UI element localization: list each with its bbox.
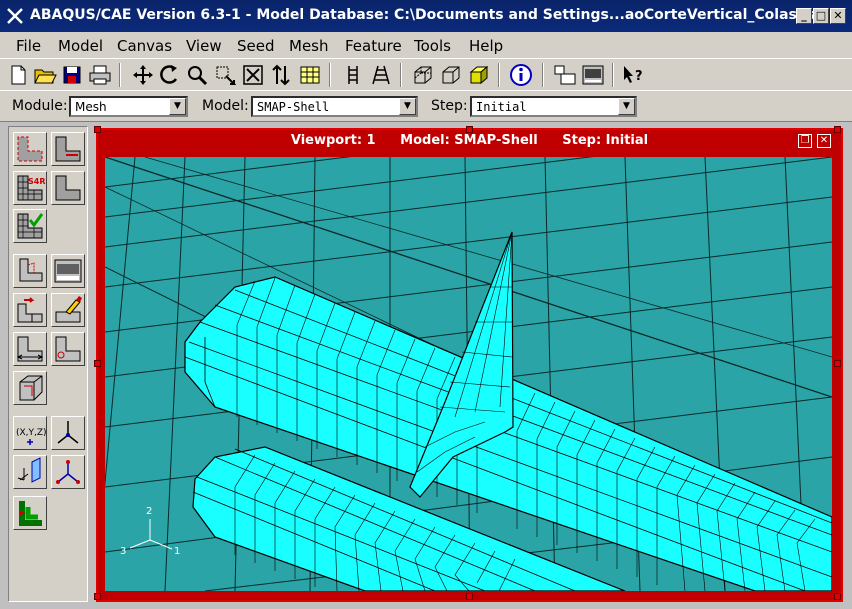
menu-tools[interactable]: Tools — [414, 37, 451, 55]
resize-handle-w[interactable] — [94, 360, 101, 367]
rotate-icon[interactable] — [158, 63, 182, 87]
close-button[interactable]: ✕ — [830, 8, 846, 24]
step-select[interactable]: Initial ▼ — [470, 96, 637, 117]
resize-handle-n[interactable] — [466, 126, 473, 133]
new-file-icon[interactable] — [6, 63, 30, 87]
toolbar-separator — [542, 63, 544, 87]
open-folder-icon[interactable] — [33, 63, 57, 87]
mesh-controls-tool[interactable] — [51, 171, 85, 205]
viewport-window-icon[interactable] — [581, 63, 605, 87]
create-plane-tool[interactable] — [13, 455, 47, 489]
module-select-value: Mesh — [75, 100, 107, 114]
viewport-layout-icon[interactable] — [553, 63, 577, 87]
resize-handle-ne[interactable] — [834, 126, 841, 133]
shell-mesh-render: 2 1 3 — [105, 157, 832, 591]
module-label: Module: — [12, 98, 68, 114]
toolbar-separator — [119, 63, 121, 87]
abaqus-logo-icon — [7, 8, 23, 24]
virtual-topology-tool[interactable] — [51, 254, 85, 288]
edit-mesh-tool[interactable] — [51, 293, 85, 327]
display-group-tool[interactable] — [13, 496, 47, 530]
pan-icon[interactable] — [131, 63, 155, 87]
viewport-restore-button[interactable]: ❐ — [798, 134, 812, 148]
create-datum-tool[interactable] — [51, 332, 85, 366]
menu-view[interactable]: View — [186, 37, 222, 55]
seed-part-tool[interactable] — [13, 132, 47, 166]
partition-face-tool[interactable] — [13, 254, 47, 288]
viewport-model: Model: SMAP-Shell — [400, 133, 538, 148]
save-icon[interactable] — [60, 63, 84, 87]
create-axis-tool[interactable] — [51, 455, 85, 489]
menu-help[interactable]: Help — [469, 37, 503, 55]
axis-z-label: 3 — [120, 546, 126, 557]
model-select-value: SMAP-Shell — [257, 100, 330, 114]
menu-bar: File Model Canvas View Seed Mesh Feature… — [0, 32, 852, 58]
menu-canvas[interactable]: Canvas — [117, 37, 172, 55]
menu-model[interactable]: Model — [58, 37, 103, 55]
mesh-toolbox: S4R (X,Y,Z) — [8, 126, 88, 602]
render-wireframe-icon[interactable] — [341, 63, 365, 87]
assign-mesh-region-tool[interactable] — [13, 293, 47, 327]
toolbar-separator — [400, 63, 402, 87]
create-csys-tool[interactable] — [51, 416, 85, 450]
step-label: Step: — [431, 98, 468, 114]
viewport-close-button[interactable]: ✕ — [817, 134, 831, 148]
context-bar: Module: Mesh ▼ Model: SMAP-Shell ▼ Step:… — [0, 90, 852, 120]
partition-cell-tool[interactable] — [13, 371, 47, 405]
toolbar-separator — [498, 63, 500, 87]
fit-view-icon[interactable] — [241, 63, 265, 87]
model-select[interactable]: SMAP-Shell ▼ — [251, 96, 418, 117]
zoom-icon[interactable] — [185, 63, 209, 87]
chevron-down-icon[interactable]: ▼ — [618, 98, 635, 115]
axis-y-label: 2 — [146, 506, 152, 517]
info-icon[interactable] — [509, 63, 533, 87]
xyz-label: (X,Y,Z) — [16, 428, 46, 438]
chevron-down-icon[interactable]: ▼ — [169, 98, 186, 115]
menu-feature[interactable]: Feature — [345, 37, 402, 55]
render-hidden-icon[interactable] — [369, 63, 393, 87]
create-point-tool[interactable]: (X,Y,Z) — [13, 416, 47, 450]
toolbar-separator — [612, 63, 614, 87]
toolbar-separator — [329, 63, 331, 87]
box-zoom-icon[interactable] — [213, 63, 237, 87]
whats-this-icon[interactable]: ? — [622, 63, 646, 87]
print-icon[interactable] — [88, 63, 112, 87]
window-title: ABAQUS/CAE Version 6.3-1 - Model Databas… — [30, 7, 830, 23]
verify-mesh-tool[interactable] — [13, 209, 47, 243]
resize-handle-s[interactable] — [466, 593, 473, 600]
s4r-label: S4R — [28, 177, 46, 186]
window-titlebar: ABAQUS/CAE Version 6.3-1 - Model Databas… — [0, 0, 852, 32]
maximize-button[interactable]: □ — [813, 8, 829, 24]
resize-handle-sw[interactable] — [94, 593, 101, 600]
viewport-step: Step: Initial — [562, 133, 649, 148]
table-icon[interactable] — [298, 63, 322, 87]
create-edge-tool[interactable] — [13, 332, 47, 366]
minimize-button[interactable]: _ — [796, 8, 812, 24]
axis-x-label: 1 — [174, 546, 180, 557]
resize-handle-se[interactable] — [834, 593, 841, 600]
element-type-tool[interactable]: S4R — [13, 171, 47, 205]
cycle-views-icon[interactable] — [269, 63, 293, 87]
model-canvas[interactable]: 2 1 3 — [105, 157, 832, 591]
front-view-icon[interactable] — [439, 63, 463, 87]
main-toolbar: ? — [0, 58, 852, 90]
viewport-titlebar: Viewport: 1 Model: SMAP-Shell Step: Init… — [98, 130, 841, 152]
menu-file[interactable]: File — [16, 37, 41, 55]
resize-handle-nw[interactable] — [94, 126, 101, 133]
menu-seed[interactable]: Seed — [237, 37, 275, 55]
viewport-number: Viewport: 1 — [290, 133, 376, 148]
shaded-view-icon[interactable] — [467, 63, 491, 87]
viewport-window[interactable]: Viewport: 1 Model: SMAP-Shell Step: Init… — [94, 126, 843, 602]
chevron-down-icon[interactable]: ▼ — [399, 98, 416, 115]
iso-view-icon[interactable] — [411, 63, 435, 87]
seed-edge-tool[interactable] — [51, 132, 85, 166]
resize-handle-e[interactable] — [834, 360, 841, 367]
module-select[interactable]: Mesh ▼ — [69, 96, 188, 117]
menu-mesh[interactable]: Mesh — [289, 37, 329, 55]
step-select-value: Initial — [476, 100, 527, 114]
svg-text:?: ? — [635, 69, 643, 84]
model-label: Model: — [202, 98, 249, 114]
